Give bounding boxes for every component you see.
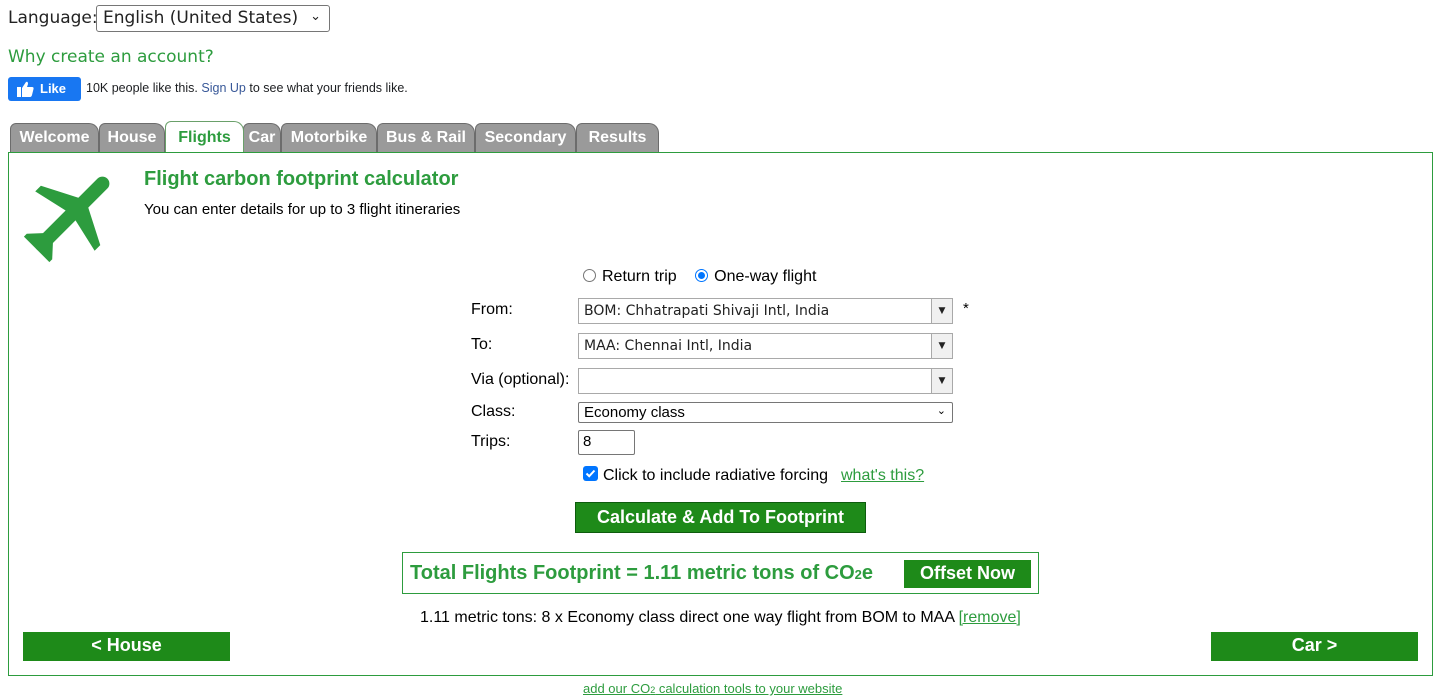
- via-airport-combobox[interactable]: ▼: [578, 368, 953, 394]
- return-trip-radio[interactable]: Return trip: [583, 268, 677, 285]
- tab-car[interactable]: Car: [243, 123, 281, 152]
- to-label: To:: [471, 336, 493, 353]
- to-airport-combobox[interactable]: MAA: Chennai Intl, India ▼: [578, 333, 953, 359]
- remove-flight-link[interactable]: [remove]: [959, 609, 1021, 626]
- chevron-down-icon: ⌄: [936, 405, 946, 417]
- class-selected-value: Economy class: [584, 404, 685, 421]
- from-airport-value: BOM: Chhatrapati Shivaji Intl, India: [584, 303, 830, 319]
- facebook-like-text: 10K people like this. Sign Up to see wha…: [86, 81, 408, 95]
- language-select[interactable]: English (United States) ⌄: [96, 5, 330, 32]
- facebook-like-suffix: to see what your friends like.: [249, 81, 408, 95]
- from-airport-combobox[interactable]: BOM: Chhatrapati Shivaji Intl, India ▼: [578, 298, 953, 324]
- radiative-forcing-label: Click to include radiative forcing: [603, 467, 828, 484]
- total-footprint-subscript: 2: [854, 567, 862, 582]
- language-selected-value: English (United States): [103, 8, 299, 28]
- to-airport-value: MAA: Chennai Intl, India: [584, 338, 753, 354]
- checkmark-icon: [585, 469, 596, 478]
- add-tools-link[interactable]: add our CO2 calculation tools to your we…: [583, 681, 842, 696]
- class-select[interactable]: Economy class ⌄: [578, 402, 953, 423]
- tab-secondary[interactable]: Secondary: [475, 123, 576, 152]
- chevron-down-icon: ⌄: [310, 9, 321, 24]
- from-label: From:: [471, 301, 513, 318]
- trips-input[interactable]: 8: [578, 430, 635, 455]
- tab-welcome[interactable]: Welcome: [10, 123, 99, 152]
- airplane-icon: [23, 176, 110, 263]
- calculate-add-button[interactable]: Calculate & Add To Footprint: [575, 502, 866, 533]
- one-way-radio[interactable]: One-way flight: [695, 268, 816, 285]
- facebook-like-label: Like: [40, 81, 67, 96]
- whats-this-link[interactable]: what's this?: [841, 467, 924, 485]
- calculator-subtitle: You can enter details for up to 3 flight…: [144, 201, 461, 218]
- footer-link-prefix: add our CO: [583, 681, 651, 696]
- tab-results[interactable]: Results: [576, 123, 659, 152]
- calculator-title: Flight carbon footprint calculator: [144, 168, 459, 190]
- tab-house[interactable]: House: [99, 123, 165, 152]
- tab-flights[interactable]: Flights: [165, 121, 244, 152]
- class-label: Class:: [471, 403, 516, 420]
- dropdown-arrow-icon[interactable]: ▼: [931, 334, 952, 358]
- dropdown-arrow-icon[interactable]: ▼: [931, 369, 952, 393]
- facebook-signup-link[interactable]: Sign Up: [201, 81, 245, 95]
- footer-link-suffix: calculation tools to your website: [655, 681, 843, 696]
- radio-circle[interactable]: [583, 269, 596, 282]
- required-marker: *: [963, 300, 969, 317]
- next-car-button[interactable]: Car >: [1211, 632, 1418, 661]
- via-label: Via (optional):: [471, 371, 570, 388]
- flight-summary-row: 1.11 metric tons: 8 x Economy class dire…: [420, 609, 1021, 627]
- language-label: Language:: [8, 8, 98, 28]
- flight-summary-text: 1.11 metric tons: 8 x Economy class dire…: [420, 609, 955, 626]
- total-footprint-text: Total Flights Footprint = 1.11 metric to…: [410, 562, 873, 585]
- tab-bus-rail[interactable]: Bus & Rail: [377, 123, 475, 152]
- dropdown-arrow-icon[interactable]: ▼: [931, 299, 952, 323]
- facebook-like-button[interactable]: Like: [8, 77, 81, 101]
- tab-motorbike[interactable]: Motorbike: [281, 123, 377, 152]
- previous-house-button[interactable]: < House: [23, 632, 230, 661]
- thumbs-up-icon: [17, 81, 34, 97]
- return-trip-label: Return trip: [602, 268, 677, 285]
- offset-now-button[interactable]: Offset Now: [904, 560, 1031, 588]
- total-footprint-suffix: e: [861, 562, 874, 584]
- facebook-like-count: 10K people like this.: [86, 81, 198, 95]
- trip-type-group: Return trip One-way flight: [583, 268, 816, 286]
- radiative-forcing-checkbox[interactable]: [583, 466, 598, 481]
- one-way-label: One-way flight: [714, 268, 817, 285]
- radio-circle-checked[interactable]: [695, 269, 709, 282]
- why-create-account-link[interactable]: Why create an account?: [8, 47, 214, 67]
- total-footprint-prefix: Total Flights Footprint = 1.11 metric to…: [410, 562, 855, 584]
- trips-label: Trips:: [471, 433, 511, 450]
